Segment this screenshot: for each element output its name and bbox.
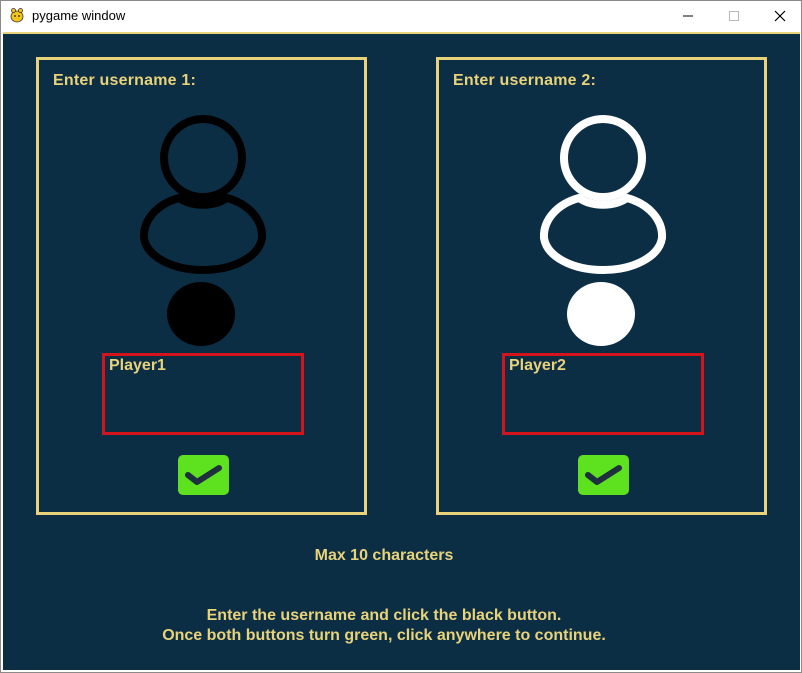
player1-username-text: Player1 xyxy=(109,357,166,374)
player2-panel-title: Enter username 2: xyxy=(453,72,597,89)
maximize-button[interactable] xyxy=(711,1,757,31)
checkmark-icon xyxy=(185,465,222,485)
max-characters-hint: Max 10 characters xyxy=(314,547,454,564)
player1-panel: Enter username 1: Player1 xyxy=(36,57,367,515)
player2-panel: Enter username 2: Player2 xyxy=(436,57,767,515)
minimize-button[interactable] xyxy=(665,1,711,31)
window-title: pygame window xyxy=(32,8,126,23)
instruction-line-1: Enter the username and click the black b… xyxy=(206,607,562,624)
player2-select-button[interactable] xyxy=(567,282,635,346)
instruction-line-2: Once both buttons turn green, click anyw… xyxy=(162,627,606,644)
player1-panel-title: Enter username 1: xyxy=(53,72,197,89)
player1-confirm-button[interactable] xyxy=(178,455,229,495)
minimize-icon xyxy=(683,15,693,17)
player2-username-input[interactable]: Player2 xyxy=(502,353,704,435)
player1-select-button[interactable] xyxy=(167,282,235,346)
title-bar[interactable]: pygame window xyxy=(1,1,801,31)
close-button[interactable] xyxy=(757,1,802,31)
close-icon xyxy=(774,10,786,22)
game-canvas[interactable]: Enter username 1: Player1 Enter username… xyxy=(3,32,800,670)
player1-username-input[interactable]: Player1 xyxy=(102,353,304,435)
app-window: pygame window Enter username 1: Player1 … xyxy=(0,0,802,673)
checkmark-icon xyxy=(585,465,622,485)
pygame-icon xyxy=(9,7,25,23)
player2-confirm-button[interactable] xyxy=(578,455,629,495)
user-icon xyxy=(140,115,266,274)
user-icon xyxy=(540,115,666,274)
player2-username-text: Player2 xyxy=(509,357,566,374)
maximize-icon xyxy=(729,11,739,21)
